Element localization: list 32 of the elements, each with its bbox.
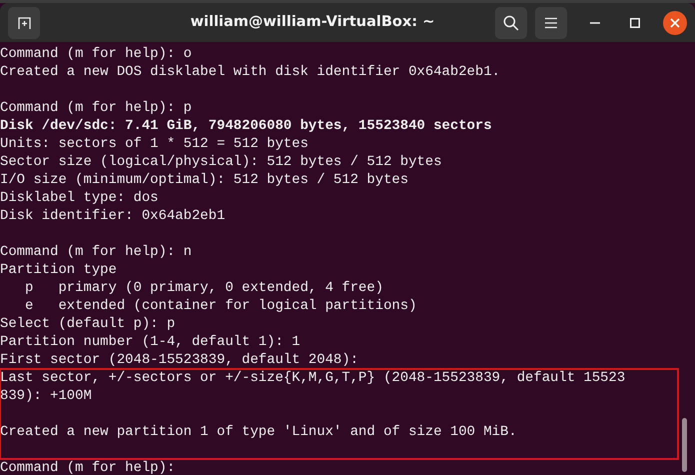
- terminal-line: Command (m for help): n: [0, 243, 193, 261]
- terminal-line: Command (m for help): o: [0, 45, 193, 63]
- terminal-line: Command (m for help): p: [0, 99, 193, 117]
- menu-icon: [544, 16, 558, 28]
- new-tab-button[interactable]: [8, 6, 40, 38]
- terminal-line: Partition type: [0, 261, 118, 279]
- terminal-line: e extended (container for logical partitions): [24, 297, 418, 315]
- minimize-icon: [590, 22, 600, 24]
- new-tab-icon: [16, 14, 32, 30]
- close-icon: [670, 18, 680, 28]
- terminal-line: I/O size (minimum/optimal): 512 bytes / 512 bytes: [0, 171, 410, 189]
- search-button[interactable]: [495, 6, 527, 38]
- terminal-line: 839): +100M: [0, 387, 93, 405]
- terminal-line: Sector size (logical/physical): 512 bytes / 512 bytes: [0, 153, 443, 171]
- terminal-line: Last sector, +/-sectors or +/-size{K,M,G,T,P} (2048-15523839, default 15523: [0, 369, 626, 387]
- terminal-line: Units: sectors of 1 * 512 = 512 bytes: [0, 135, 310, 153]
- search-icon: [503, 14, 519, 30]
- terminal-line: Command (m for help):: [0, 459, 176, 475]
- terminal-line: Created a new partition 1 of type 'Linux' and of size 100 MiB.: [0, 423, 518, 441]
- terminal-line: Select (default p): p: [0, 315, 176, 333]
- terminal-line: Disklabel type: dos: [0, 189, 160, 207]
- maximize-icon: [630, 18, 640, 28]
- close-button[interactable]: [663, 10, 687, 34]
- terminal-line: Disk identifier: 0x64ab2eb1: [0, 207, 226, 225]
- terminal-line: Created a new DOS disklabel with disk identifier 0x64ab2eb1.: [0, 63, 502, 81]
- terminal-line: Partition number (1-4, default 1): 1: [0, 333, 302, 351]
- window-title: william@william-VirtualBox: ~: [190, 12, 435, 32]
- terminal-line: First sector (2048-15523839, default 2048):: [0, 351, 360, 369]
- terminal-line: Disk /dev/sdc: 7.41 GiB, 7948206080 bytes, 15523840 sectors: [0, 117, 493, 135]
- scrollbar-thumb[interactable]: [682, 418, 687, 472]
- menu-button[interactable]: [535, 6, 567, 38]
- terminal-line: p primary (0 primary, 0 extended, 4 free): [24, 279, 384, 297]
